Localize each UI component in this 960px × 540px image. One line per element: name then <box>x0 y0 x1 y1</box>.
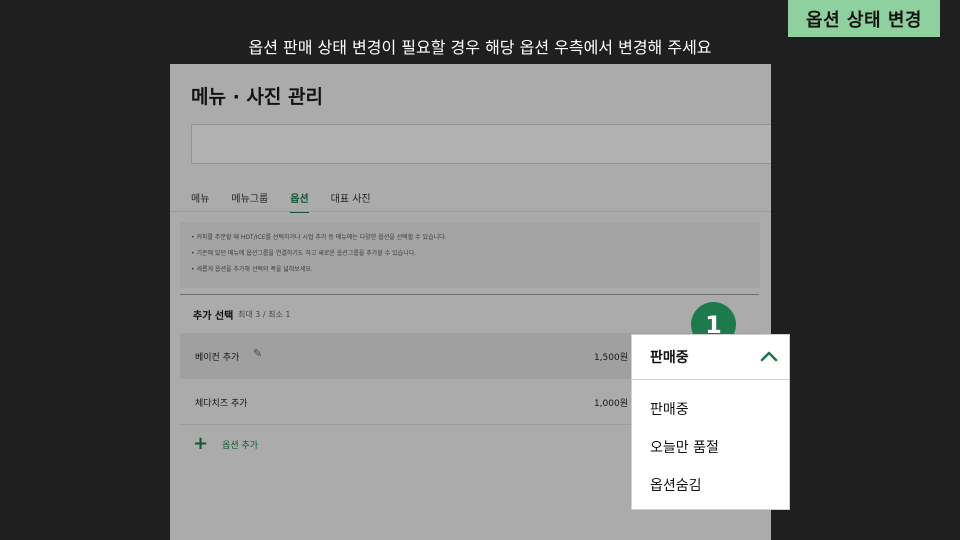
add-option-label: 옵션 추가 <box>222 440 259 451</box>
status-selected-value: 판매중 <box>650 350 689 366</box>
tab-options[interactable]: 옵션 <box>290 190 309 213</box>
tab-main-photo[interactable]: 대표 사진 <box>331 190 371 213</box>
status-option-sold-out-today[interactable]: 오늘만 품절 <box>632 428 789 466</box>
info-note: • 세롭게 옵션을 추가해 선택의 폭을 넓혀보세요. <box>191 266 313 273</box>
tabs-divider <box>170 211 771 212</box>
status-dropdown[interactable]: 판매중 판매중 오늘만 품절 옵션숨김 <box>631 334 790 510</box>
tab-menu-group[interactable]: 메뉴그룹 <box>231 190 268 213</box>
status-option-hidden[interactable]: 옵션숨김 <box>632 466 789 504</box>
pencil-icon[interactable]: ✎ <box>253 347 262 360</box>
info-note: • 기존에 있던 메뉴에 옵션그룹을 연결하기도 하고 새로운 옵션그룹을 추가… <box>191 250 417 257</box>
search-input[interactable] <box>191 124 771 164</box>
tab-bar: 메뉴 메뉴그룹 옵션 대표 사진 <box>191 190 393 213</box>
page-title: 메뉴 · 사진 관리 <box>191 86 323 108</box>
tab-menu[interactable]: 메뉴 <box>191 190 209 213</box>
status-option-on-sale[interactable]: 판매중 <box>632 390 789 428</box>
plus-icon: + <box>193 433 209 454</box>
option-group-limit: 최대 3 / 최소 1 <box>238 310 291 319</box>
option-name: 체다치즈 추가 <box>195 399 248 409</box>
option-group-title: 추가 선택 <box>193 311 234 322</box>
option-price: 1,000원 <box>593 399 628 409</box>
section-badge: 옵션 상태 변경 <box>788 0 940 37</box>
status-dropdown-toggle[interactable]: 판매중 <box>632 335 789 380</box>
info-notes: • 커피를 주문할 때 HOT/ICE를 선택하거나 시럽 추가 등 메뉴에는 … <box>180 222 760 288</box>
option-name: 베이컨 추가 <box>195 353 240 363</box>
chevron-up-icon <box>760 351 778 362</box>
info-note: • 커피를 주문할 때 HOT/ICE를 선택하거나 시럽 추가 등 메뉴에는 … <box>191 234 447 241</box>
status-option-list: 판매중 오늘만 품절 옵션숨김 <box>632 380 789 504</box>
add-option-button[interactable]: + 옵션 추가 <box>193 433 259 454</box>
instruction-text: 옵션 판매 상태 변경이 필요할 경우 해당 옵션 우측에서 변경해 주세요 <box>248 38 712 57</box>
section-divider <box>180 294 759 295</box>
option-price: 1,500원 <box>593 353 628 363</box>
